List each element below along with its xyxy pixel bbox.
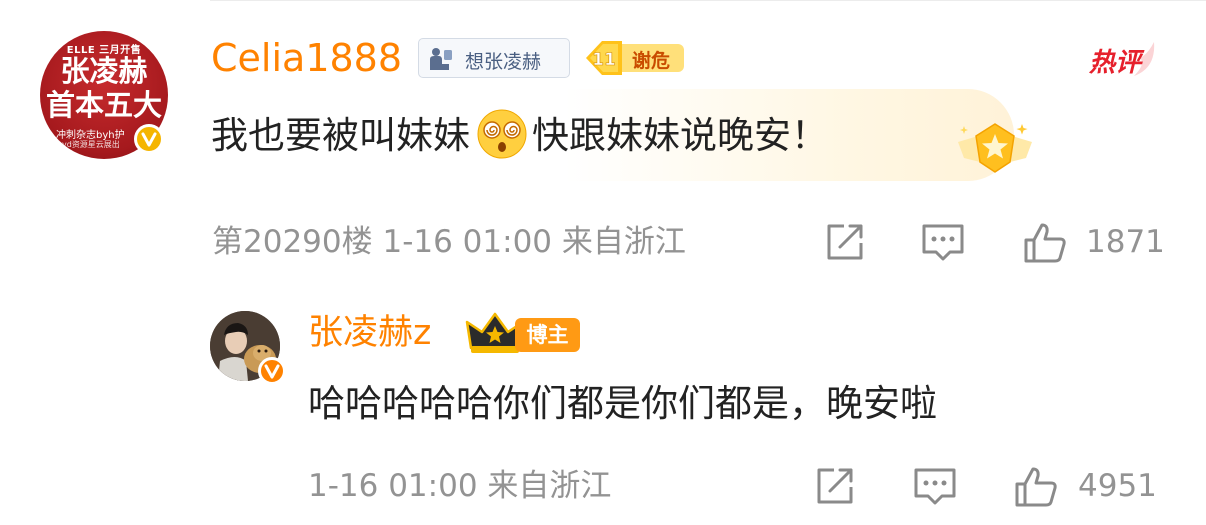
top-divider	[210, 0, 1206, 1]
hot-comment-badge: 热评	[1086, 38, 1162, 78]
share-icon	[817, 468, 853, 504]
fan-tag-icon	[430, 48, 452, 70]
fan-tag[interactable]: 想张凌赫	[418, 38, 570, 78]
avatar-line1: 张凌赫	[60, 54, 148, 88]
fan-level-tag[interactable]: 11 谢危	[582, 38, 686, 78]
share-button[interactable]	[822, 219, 868, 265]
avatar-line2: 首本五大	[45, 88, 162, 122]
fan-tag-label: 想张凌赫	[465, 51, 542, 73]
reply-share-button[interactable]	[812, 463, 858, 509]
reply-username[interactable]: 张凌赫z	[308, 310, 431, 356]
comment-meta: 第20290楼 1-16 01:00 来自浙江	[212, 224, 686, 260]
verified-badge-orange-icon	[258, 357, 286, 385]
reply-meta: 1-16 01:00 来自浙江	[308, 468, 612, 504]
commenter-username[interactable]: Celia1888	[211, 34, 402, 82]
reply-comment-button[interactable]	[912, 463, 958, 509]
hot-comment-label: 热评	[1089, 48, 1142, 78]
level-number: 11	[592, 50, 616, 70]
reply-like-button[interactable]	[1013, 463, 1059, 509]
comment-icon	[922, 224, 964, 261]
reply-text[interactable]: 哈哈哈哈哈你们都是你们都是，晚安啦	[308, 380, 937, 428]
thumbs-up-icon	[1015, 467, 1057, 507]
host-badge: 博主	[515, 318, 580, 352]
reply-button[interactable]	[920, 219, 966, 265]
comment-text-part1: 我也要被叫妹妹	[211, 114, 470, 157]
verified-badge-icon	[134, 124, 164, 154]
like-button[interactable]	[1022, 219, 1068, 265]
comment-text-part2: 快跟妹妹说晚安！	[532, 114, 828, 157]
comment-text[interactable]: 我也要被叫妹妹 快跟妹妹说晚安！	[211, 108, 828, 160]
reply-like-count: 4951	[1078, 468, 1157, 504]
share-icon	[827, 224, 863, 260]
comment-icon	[914, 468, 956, 505]
level-tag-label: 谢危	[632, 50, 671, 72]
like-count: 1871	[1086, 224, 1165, 260]
thumbs-up-icon	[1024, 223, 1066, 263]
avatar-small-text2: yd资源星云展出	[62, 140, 120, 149]
medal-star-icon	[958, 123, 1032, 173]
dizzy-face-emoji-icon	[477, 109, 527, 159]
